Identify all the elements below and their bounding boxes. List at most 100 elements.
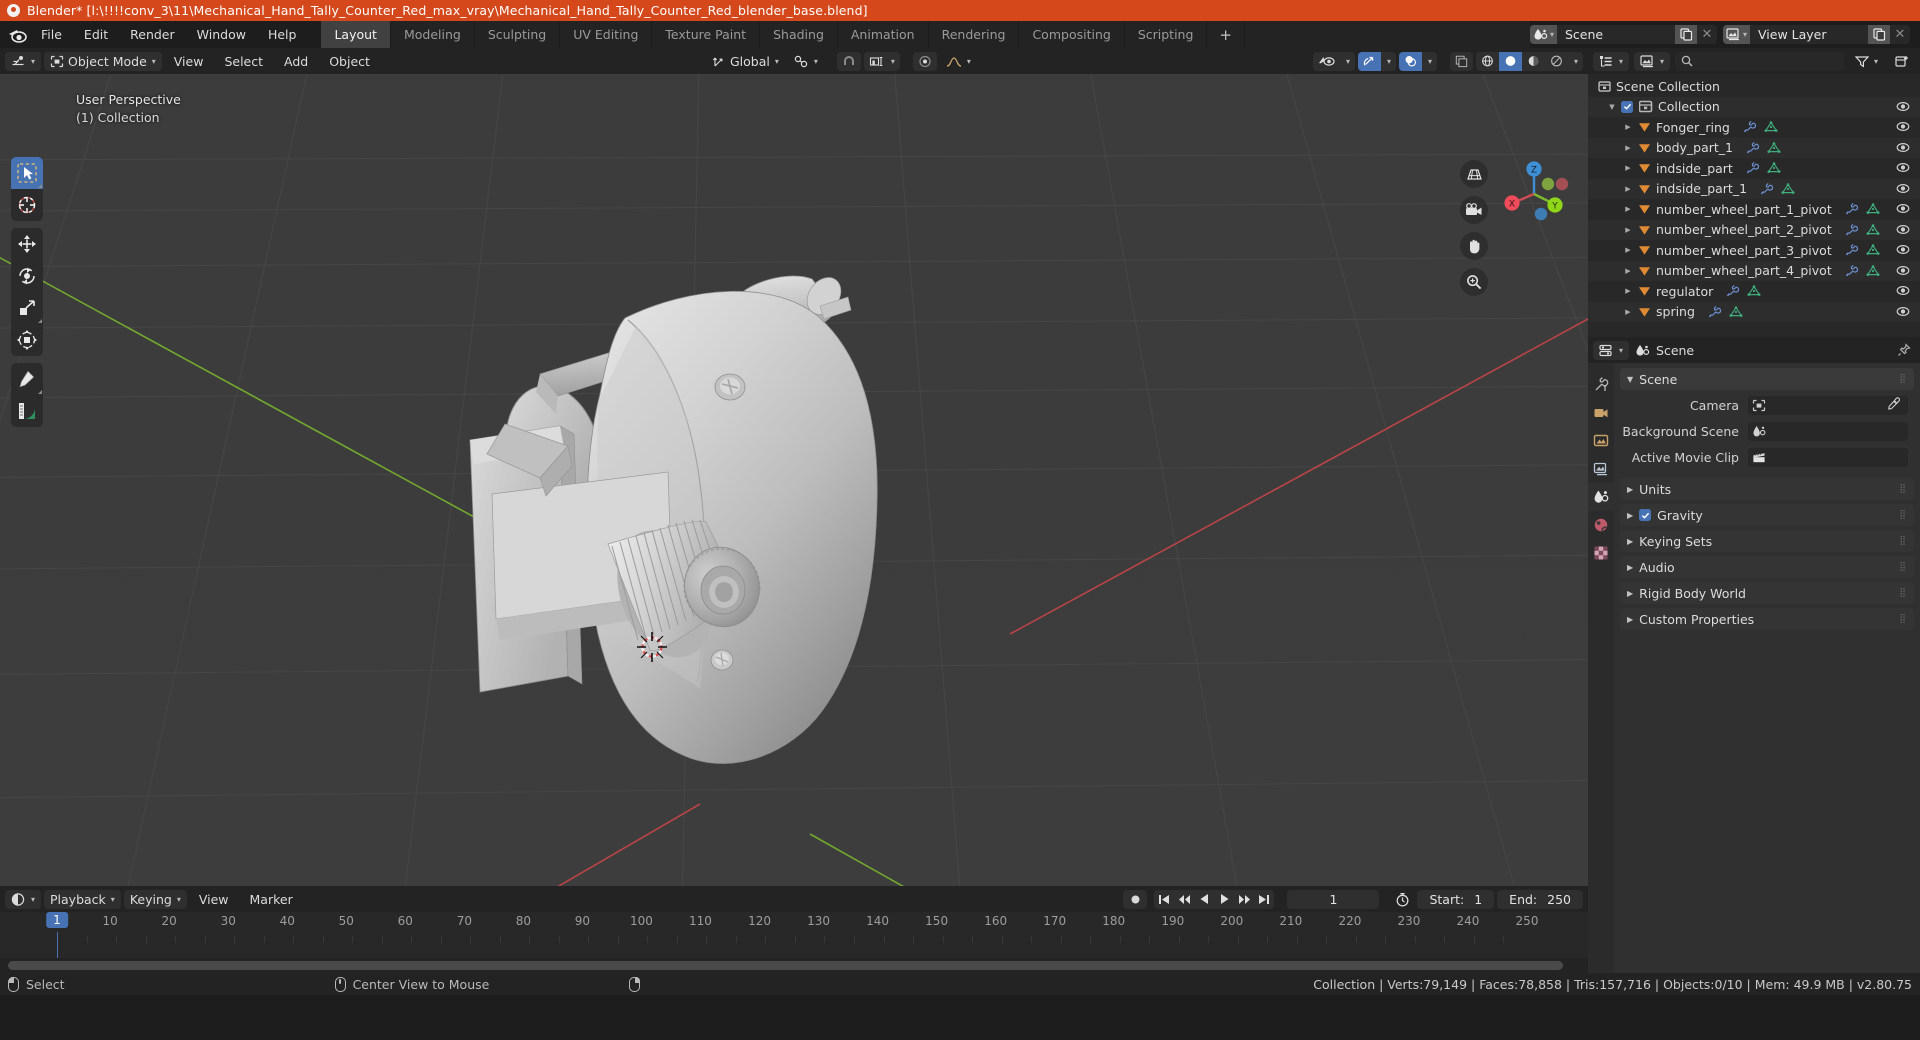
outliner-row-object[interactable]: ▶ Fonger_ring [1588,117,1920,138]
menu-edit[interactable]: Edit [73,24,119,45]
proportional-edit-group[interactable] [912,51,937,71]
object-visibility-toggle[interactable] [1896,264,1910,280]
timeline-playhead[interactable]: 1 [46,912,79,958]
properties-tab-world[interactable] [1588,511,1614,539]
viewport-menu-select[interactable]: Select [215,52,272,71]
rotate-tool-button[interactable] [11,260,43,292]
snapping-toggle-group[interactable] [836,51,861,71]
jump-to-end-button[interactable] [1254,890,1274,909]
snap-menu[interactable]: ▾ [788,52,824,71]
shading-mode-group[interactable]: ▾ [1475,51,1583,71]
object-expand-arrow[interactable]: ▶ [1622,267,1634,275]
proportional-falloff-selector[interactable]: ▾ [940,52,977,71]
outliner-row-object[interactable]: ▶ indside_part_1 [1588,178,1920,199]
object-expand-arrow[interactable]: ▶ [1622,205,1634,213]
active-movie-clip-field[interactable] [1748,448,1908,467]
use-preview-range-icon[interactable] [1391,890,1414,909]
workspace-tab-layout[interactable]: Layout [321,21,391,48]
pan-view-icon[interactable] [1460,232,1488,260]
object-expand-arrow[interactable]: ▶ [1622,164,1634,172]
outliner-tree[interactable]: Scene Collection ▼ Collection ▶ Fonger_r… [1588,74,1920,337]
outliner-row-scene-collection[interactable]: Scene Collection [1588,76,1920,97]
object-expand-arrow[interactable]: ▶ [1622,185,1634,193]
camera-view-icon[interactable] [1460,196,1488,224]
properties-tab-tool[interactable] [1588,371,1614,399]
properties-section-header[interactable]: ▶ Custom Properties ⣿ [1620,608,1914,630]
timeline-scrollbar-row[interactable] [0,958,1588,973]
outliner-row-object[interactable]: ▶ body_part_1 [1588,137,1920,158]
properties-editor-type-selector[interactable]: ▾ [1593,340,1630,360]
timeline-menu-view[interactable]: View [190,890,238,909]
view-layer-icon[interactable]: ▾ [1723,25,1750,44]
view-layer-name-field[interactable]: View Layer [1750,25,1868,44]
section-expand-arrow[interactable]: ▶ [1627,589,1633,598]
scene-panel-header[interactable]: ▼ Scene ⣿ [1620,368,1914,390]
properties-section-header[interactable]: ▶ Units ⣿ [1620,478,1914,500]
outliner-row-collection[interactable]: ▼ Collection [1588,96,1920,117]
pin-id-button[interactable] [1892,341,1915,360]
snap-target-selector[interactable]: ▾ [863,51,900,71]
workspace-tab-animation[interactable]: Animation [837,21,929,48]
object-visibility-toggle[interactable] [1896,243,1910,259]
viewport-menu-object[interactable]: Object [320,52,379,71]
section-expand-arrow[interactable]: ▶ [1627,511,1633,520]
solid-shading-icon[interactable] [1498,51,1522,71]
timeline-editor-type-selector[interactable]: ▾ [5,889,42,909]
workspace-tab-shading[interactable]: Shading [760,21,838,48]
measure-tool-button[interactable] [11,395,43,427]
current-frame-field[interactable]: 1 [1287,889,1380,909]
workspace-tab-sculpting[interactable]: Sculpting [474,21,561,48]
section-expand-arrow[interactable]: ▶ [1627,537,1633,546]
object-visibility-toggle[interactable] [1896,182,1910,198]
timeline-menu-playback[interactable]: Playback ▾ [44,889,121,909]
panel-drag-grip[interactable]: ⣿ [1899,536,1907,546]
rendered-shading-icon[interactable] [1545,52,1568,71]
workspace-tab-scripting[interactable]: Scripting [1124,21,1208,48]
object-expand-arrow[interactable]: ▶ [1622,246,1634,254]
remove-scene-button[interactable]: ✕ [1697,25,1717,44]
outliner-display-mode-selector[interactable]: ▾ [1634,51,1671,71]
menu-render[interactable]: Render [119,24,186,45]
scene-name-field[interactable]: Scene [1557,25,1675,44]
panel-drag-grip[interactable]: ⣿ [1899,484,1907,494]
outliner-row-object[interactable]: ▶ regulator [1588,281,1920,302]
workspace-tab-uv-editing[interactable]: UV Editing [560,21,653,48]
timeline-menu-keying[interactable]: Keying ▾ [123,889,187,909]
transform-tool-button[interactable] [11,324,43,356]
properties-tab-output[interactable] [1588,427,1614,455]
menu-file[interactable]: File [30,24,73,45]
jump-to-start-button[interactable] [1154,890,1174,909]
view-layer-datablock[interactable]: ▾ View Layer ✕ [1723,25,1910,44]
panel-drag-grip[interactable]: ⣿ [1899,588,1907,598]
viewport-menu-add[interactable]: Add [275,52,317,71]
collection-checkbox[interactable] [1621,100,1633,113]
outliner-row-object[interactable]: ▶ number_wheel_part_4_pivot [1588,260,1920,281]
outliner-row-object[interactable]: ▶ number_wheel_part_3_pivot [1588,240,1920,261]
toggle-perspective-icon[interactable] [1460,160,1488,188]
timeline-scrollbar[interactable] [8,961,1563,970]
object-expand-arrow[interactable]: ▶ [1622,123,1634,131]
panel-drag-grip[interactable]: ⣿ [1899,510,1907,520]
gizmo-group[interactable]: ▾ [1357,51,1396,71]
material-preview-shading-icon[interactable] [1522,52,1545,71]
collection-expand-arrow[interactable]: ▼ [1606,103,1618,111]
zoom-view-icon[interactable] [1460,268,1488,296]
workspace-tab-modeling[interactable]: Modeling [390,21,475,48]
object-visibility-toggle[interactable] [1896,120,1910,136]
camera-field[interactable] [1748,396,1908,415]
new-view-layer-button[interactable] [1868,25,1890,44]
object-expand-arrow[interactable]: ▶ [1622,226,1634,234]
overlays-group[interactable]: ▾ [1398,51,1437,71]
frame-end-field[interactable]: End: 250 [1497,889,1583,909]
properties-tab-render[interactable] [1588,399,1614,427]
properties-section-header[interactable]: ▶ Gravity ⣿ [1620,504,1914,526]
properties-tab-texture[interactable] [1588,539,1614,567]
object-visibility-toggle[interactable] [1896,161,1910,177]
select-box-tool-button[interactable] [11,157,43,189]
object-visibility-toggle[interactable] [1896,305,1910,321]
scale-tool-button[interactable] [11,292,43,324]
remove-view-layer-button[interactable]: ✕ [1890,25,1910,44]
view-axis-gizmo[interactable]: Z X Y [1492,152,1576,236]
show-gizmo-icon[interactable] [1357,51,1381,71]
properties-tab-view-layer[interactable] [1588,455,1614,483]
